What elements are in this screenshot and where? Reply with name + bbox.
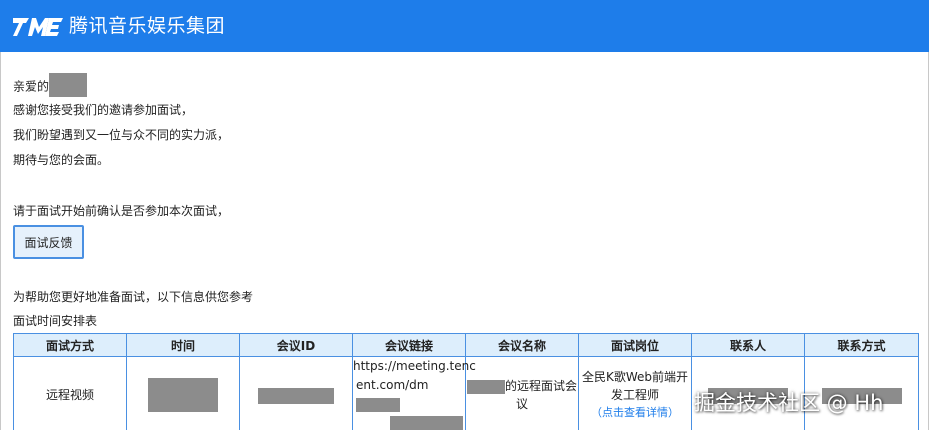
table-header-row: 面试方式 时间 会议ID 会议链接 会议名称 面试岗位 联系人 联系方式 (13, 333, 919, 357)
meet-line: 期待与您的会面。 (13, 153, 110, 167)
brand-name: 腾讯音乐娱乐集团 (69, 15, 226, 37)
redacted-time (148, 378, 218, 412)
header-bar: 腾讯音乐娱乐集团 (0, 0, 929, 52)
redacted-link (356, 397, 400, 412)
header-meeting-link: 会议链接 (352, 333, 466, 357)
link-part1: https://meeting.tenc (353, 359, 476, 373)
cell-time (126, 356, 240, 430)
header-method: 面试方式 (13, 333, 127, 357)
cell-position: 全民K歌Web前端开 发工程师 （点击查看详情） (578, 356, 692, 430)
greeting-prefix: 亲爱的 (13, 79, 50, 94)
cell-method: 远程视频 (13, 356, 127, 430)
thanks-line: 感谢您接受我们的邀请参加面试， (13, 103, 194, 117)
info-intro: 为帮助您更好地准备面试，以下信息供您参考 (13, 290, 254, 304)
redacted-meeting-name (466, 379, 505, 394)
header-meeting-name: 会议名称 (465, 333, 579, 357)
confirm-text: 请于面试开始前确认是否参加本次面试， (13, 204, 230, 218)
header-meeting-id: 会议ID (239, 333, 353, 357)
cell-meeting-id (239, 356, 353, 430)
details-link[interactable]: （点击查看详情） (579, 404, 691, 422)
watermark: 掘金技术社区 @ Hh (694, 391, 884, 415)
redacted-link-end (390, 415, 463, 430)
header-time: 时间 (126, 333, 240, 357)
header-position: 面试岗位 (578, 333, 692, 357)
redacted-meeting-id (258, 387, 334, 404)
header-contact-info: 联系方式 (804, 333, 919, 357)
cell-meeting-name: 的远程面试会 议 (465, 356, 579, 430)
cell-meeting-link[interactable]: https://meeting.tenc ent.com/dm (352, 356, 476, 430)
tme-logo-icon (13, 18, 63, 36)
redacted-name (49, 73, 88, 97)
link-part2: ent.com/dm (353, 376, 465, 414)
header-contact: 联系人 (691, 333, 805, 357)
schedule-title: 面试时间安排表 (13, 314, 98, 328)
email-body: 亲爱的 感谢您接受我们的邀请参加面试， 我们盼望遇到又一位与众不同的实力派， 期… (0, 52, 929, 430)
greeting-line: 亲爱的 (13, 73, 88, 97)
hope-line: 我们盼望遇到又一位与众不同的实力派， (13, 128, 230, 142)
interview-feedback-button[interactable]: 面试反馈 (13, 225, 84, 259)
